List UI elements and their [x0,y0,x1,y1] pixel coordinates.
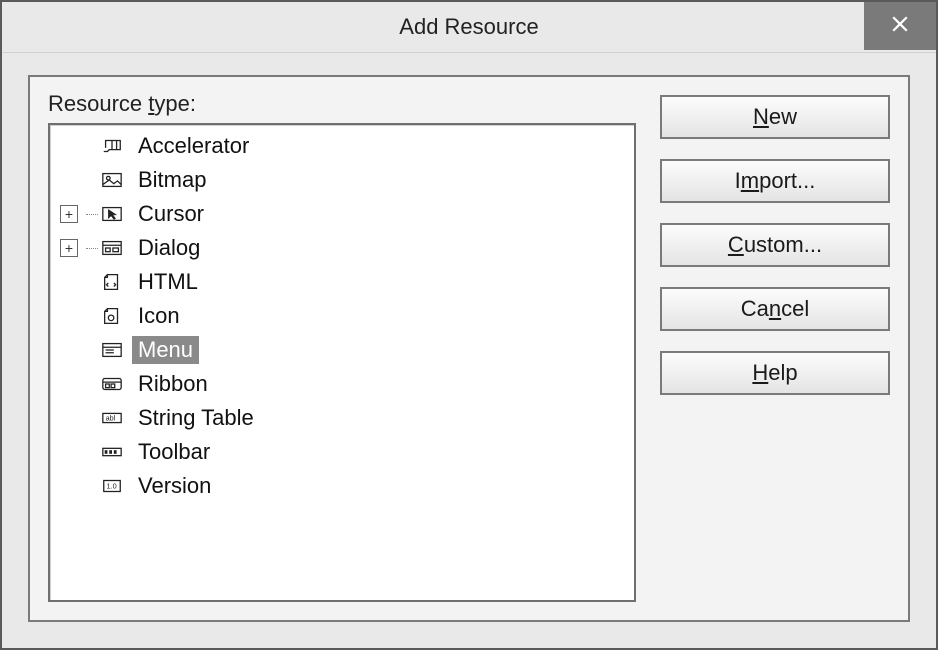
tree-item-icon[interactable]: Icon [52,299,632,333]
tree-item-string-table[interactable]: abl String Table [52,401,632,435]
tree-item-dialog[interactable]: + Dialog [52,231,632,265]
expand-icon[interactable]: + [60,205,78,223]
icon-icon [100,305,124,327]
tree-item-label: String Table [132,404,260,432]
tree-item-version[interactable]: 1.0 Version [52,469,632,503]
help-button[interactable]: Help [660,351,890,395]
tree-item-label: Dialog [132,234,206,262]
accelerator-icon [100,135,124,157]
menu-icon [100,339,124,361]
resource-type-tree[interactable]: Accelerator Bitmap + Cursor + Dialog HTML Icon M… [48,123,636,602]
tree-item-label: Menu [132,336,199,364]
inner-panel: Resource type: AcceleratorBitmap+Cursor+… [28,75,910,622]
toolbar-icon [100,441,124,463]
tree-item-label: Icon [132,302,186,330]
tree-item-label: HTML [132,268,204,296]
window-title: Add Resource [2,14,936,40]
left-column: Resource type: AcceleratorBitmap+Cursor+… [48,91,636,602]
string-icon: abl [100,407,124,429]
tree-item-label: Toolbar [132,438,216,466]
tree-item-ribbon[interactable]: Ribbon [52,367,632,401]
import-button[interactable]: Import... [660,159,890,203]
tree-item-label: Cursor [132,200,210,228]
custom-button[interactable]: Custom... [660,223,890,267]
button-column: New Import... Custom... Cancel Help [660,91,890,602]
ribbon-icon [100,373,124,395]
bitmap-icon [100,169,124,191]
cancel-button[interactable]: Cancel [660,287,890,331]
dialog-icon [100,237,124,259]
svg-text:1.0: 1.0 [107,482,117,491]
svg-text:abl: abl [106,414,116,423]
version-icon: 1.0 [100,475,124,497]
tree-item-label: Bitmap [132,166,212,194]
tree-item-html[interactable]: HTML [52,265,632,299]
tree-item-bitmap[interactable]: Bitmap [52,163,632,197]
close-button[interactable] [864,2,936,50]
tree-item-label: Version [132,472,217,500]
tree-item-accelerator[interactable]: Accelerator [52,129,632,163]
tree-item-menu[interactable]: Menu [52,333,632,367]
expand-icon[interactable]: + [60,239,78,257]
resource-type-label: Resource type: [48,91,636,117]
tree-item-toolbar[interactable]: Toolbar [52,435,632,469]
tree-item-label: Accelerator [132,132,255,160]
new-button[interactable]: New [660,95,890,139]
cursor-icon [100,203,124,225]
tree-item-cursor[interactable]: + Cursor [52,197,632,231]
dialog-window: Add Resource Resource type: Accelerator B… [0,0,938,650]
html-icon [100,271,124,293]
title-bar: Add Resource [2,2,936,53]
tree-item-label: Ribbon [132,370,214,398]
dialog-body: Resource type: AcceleratorBitmap+Cursor+… [2,53,936,648]
close-icon [891,13,909,39]
